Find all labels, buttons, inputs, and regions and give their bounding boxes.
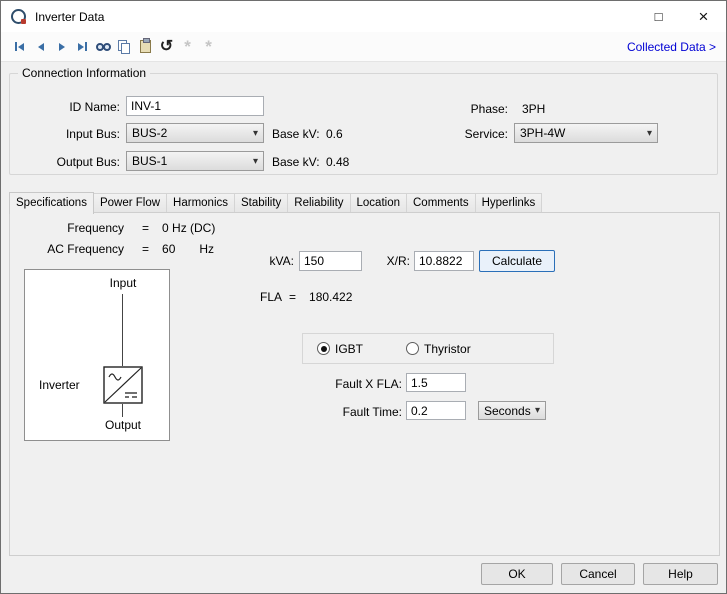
tab-hyperlinks[interactable]: Hyperlinks [475, 193, 543, 212]
inverter-data-dialog: Inverter Data □ × ↺ * * Collected Data >… [0, 0, 727, 594]
fla-label: FLA [260, 290, 282, 304]
input-base-kv-label: Base kV: [272, 127, 320, 141]
igbt-radio-label: IGBT [335, 342, 363, 356]
window-title: Inverter Data [35, 10, 104, 24]
tab-stability[interactable]: Stability [234, 193, 288, 212]
tools-gear-icon: * [198, 36, 219, 58]
tab-power-flow[interactable]: Power Flow [93, 193, 167, 212]
ac-frequency-equals: = [142, 242, 149, 256]
output-base-kv-label: Base kV: [272, 155, 320, 169]
chevron-down-icon: ▾ [253, 128, 258, 139]
input-bus-value: BUS-2 [132, 126, 249, 140]
last-record-icon[interactable] [72, 36, 93, 58]
find-icon[interactable] [93, 36, 114, 58]
first-record-icon[interactable] [9, 36, 30, 58]
app-icon [11, 9, 26, 24]
fla-equals: = [289, 290, 296, 304]
diagram-input-label: Input [83, 276, 163, 290]
window-controls: □ × [636, 1, 726, 32]
inverter-diagram: Input Inverter Output [24, 269, 170, 441]
fla-value: 180.422 [309, 290, 352, 304]
id-name-input[interactable] [126, 96, 264, 116]
diagram-input-line [122, 294, 123, 366]
phase-label: Phase: [406, 102, 508, 116]
fault-x-fla-label: Fault X FLA: [290, 377, 402, 391]
copy-icon[interactable] [114, 36, 135, 58]
xr-label: X/R: [370, 254, 410, 268]
titlebar: Inverter Data □ × [1, 1, 726, 32]
inverter-symbol-icon [103, 366, 143, 407]
tab-location[interactable]: Location [350, 193, 407, 212]
ok-button[interactable]: OK [481, 563, 553, 585]
output-bus-value: BUS-1 [132, 154, 249, 168]
refresh-icon[interactable]: ↺ [156, 36, 177, 58]
kva-input[interactable] [299, 251, 362, 271]
dc-frequency-row: Frequency = 0 Hz (DC) [30, 221, 215, 235]
fault-x-fla-input[interactable] [406, 373, 466, 392]
next-record-icon[interactable] [51, 36, 72, 58]
frequency-label: Frequency [30, 221, 124, 235]
connection-info-group-label: Connection Information [18, 66, 150, 80]
specifications-panel: Frequency = 0 Hz (DC) AC Frequency = 60 … [9, 212, 720, 556]
fault-time-input[interactable] [406, 401, 466, 420]
thyristor-radio[interactable]: Thyristor [406, 342, 471, 356]
service-select[interactable]: 3PH-4W ▾ [514, 123, 658, 143]
ac-frequency-row: AC Frequency = 60 Hz [30, 242, 214, 256]
thyristor-radio-label: Thyristor [424, 342, 471, 356]
maximize-button[interactable]: □ [636, 1, 681, 32]
ac-frequency-label: AC Frequency [30, 242, 124, 256]
tab-reliability[interactable]: Reliability [287, 193, 350, 212]
radio-unselected-icon [406, 342, 419, 355]
input-bus-select[interactable]: BUS-2 ▾ [126, 123, 264, 143]
fault-time-unit-select[interactable]: Seconds ▾ [478, 401, 546, 420]
input-base-kv-value: 0.6 [326, 127, 343, 141]
help-button[interactable]: Help [643, 563, 718, 585]
output-bus-label: Output Bus: [12, 155, 120, 169]
settings-gear-icon: * [177, 36, 198, 58]
collected-data-link[interactable]: Collected Data > [627, 40, 716, 54]
previous-record-icon[interactable] [30, 36, 51, 58]
input-bus-label: Input Bus: [12, 127, 120, 141]
diagram-output-label: Output [83, 418, 163, 432]
chevron-down-icon: ▾ [535, 405, 540, 416]
id-name-label: ID Name: [12, 100, 120, 114]
phase-value: 3PH [522, 102, 545, 116]
service-label: Service: [406, 127, 508, 141]
kva-label: kVA: [234, 254, 294, 268]
fault-time-unit-value: Seconds [484, 404, 531, 418]
igbt-radio[interactable]: IGBT [317, 342, 363, 356]
tab-specifications[interactable]: Specifications [9, 192, 94, 214]
output-bus-select[interactable]: BUS-1 ▾ [126, 151, 264, 171]
xr-input[interactable] [414, 251, 474, 271]
inverter-type-group: IGBT Thyristor [302, 333, 554, 364]
service-value: 3PH-4W [520, 126, 643, 140]
toolbar: ↺ * * Collected Data > [1, 32, 726, 62]
paste-icon[interactable] [135, 36, 156, 58]
connection-info-group: Connection Information ID Name: Input Bu… [9, 73, 718, 175]
cancel-button[interactable]: Cancel [561, 563, 635, 585]
output-base-kv-value: 0.48 [326, 155, 349, 169]
chevron-down-icon: ▾ [253, 156, 258, 167]
diagram-output-line [122, 404, 123, 417]
frequency-value: 0 Hz (DC) [162, 221, 215, 235]
chevron-down-icon: ▾ [647, 128, 652, 139]
ac-frequency-value: 60 [162, 242, 175, 256]
fault-time-label: Fault Time: [290, 405, 402, 419]
ac-frequency-unit: Hz [199, 242, 214, 256]
radio-selected-icon [317, 342, 330, 355]
calculate-button[interactable]: Calculate [479, 250, 555, 272]
tab-strip: Specifications Power Flow Harmonics Stab… [9, 191, 542, 213]
tab-comments[interactable]: Comments [406, 193, 476, 212]
diagram-inverter-label: Inverter [39, 378, 80, 392]
close-button[interactable]: × [681, 1, 726, 32]
frequency-equals: = [142, 221, 149, 235]
tab-harmonics[interactable]: Harmonics [166, 193, 235, 212]
fla-row: FLA = 180.422 [260, 290, 352, 304]
